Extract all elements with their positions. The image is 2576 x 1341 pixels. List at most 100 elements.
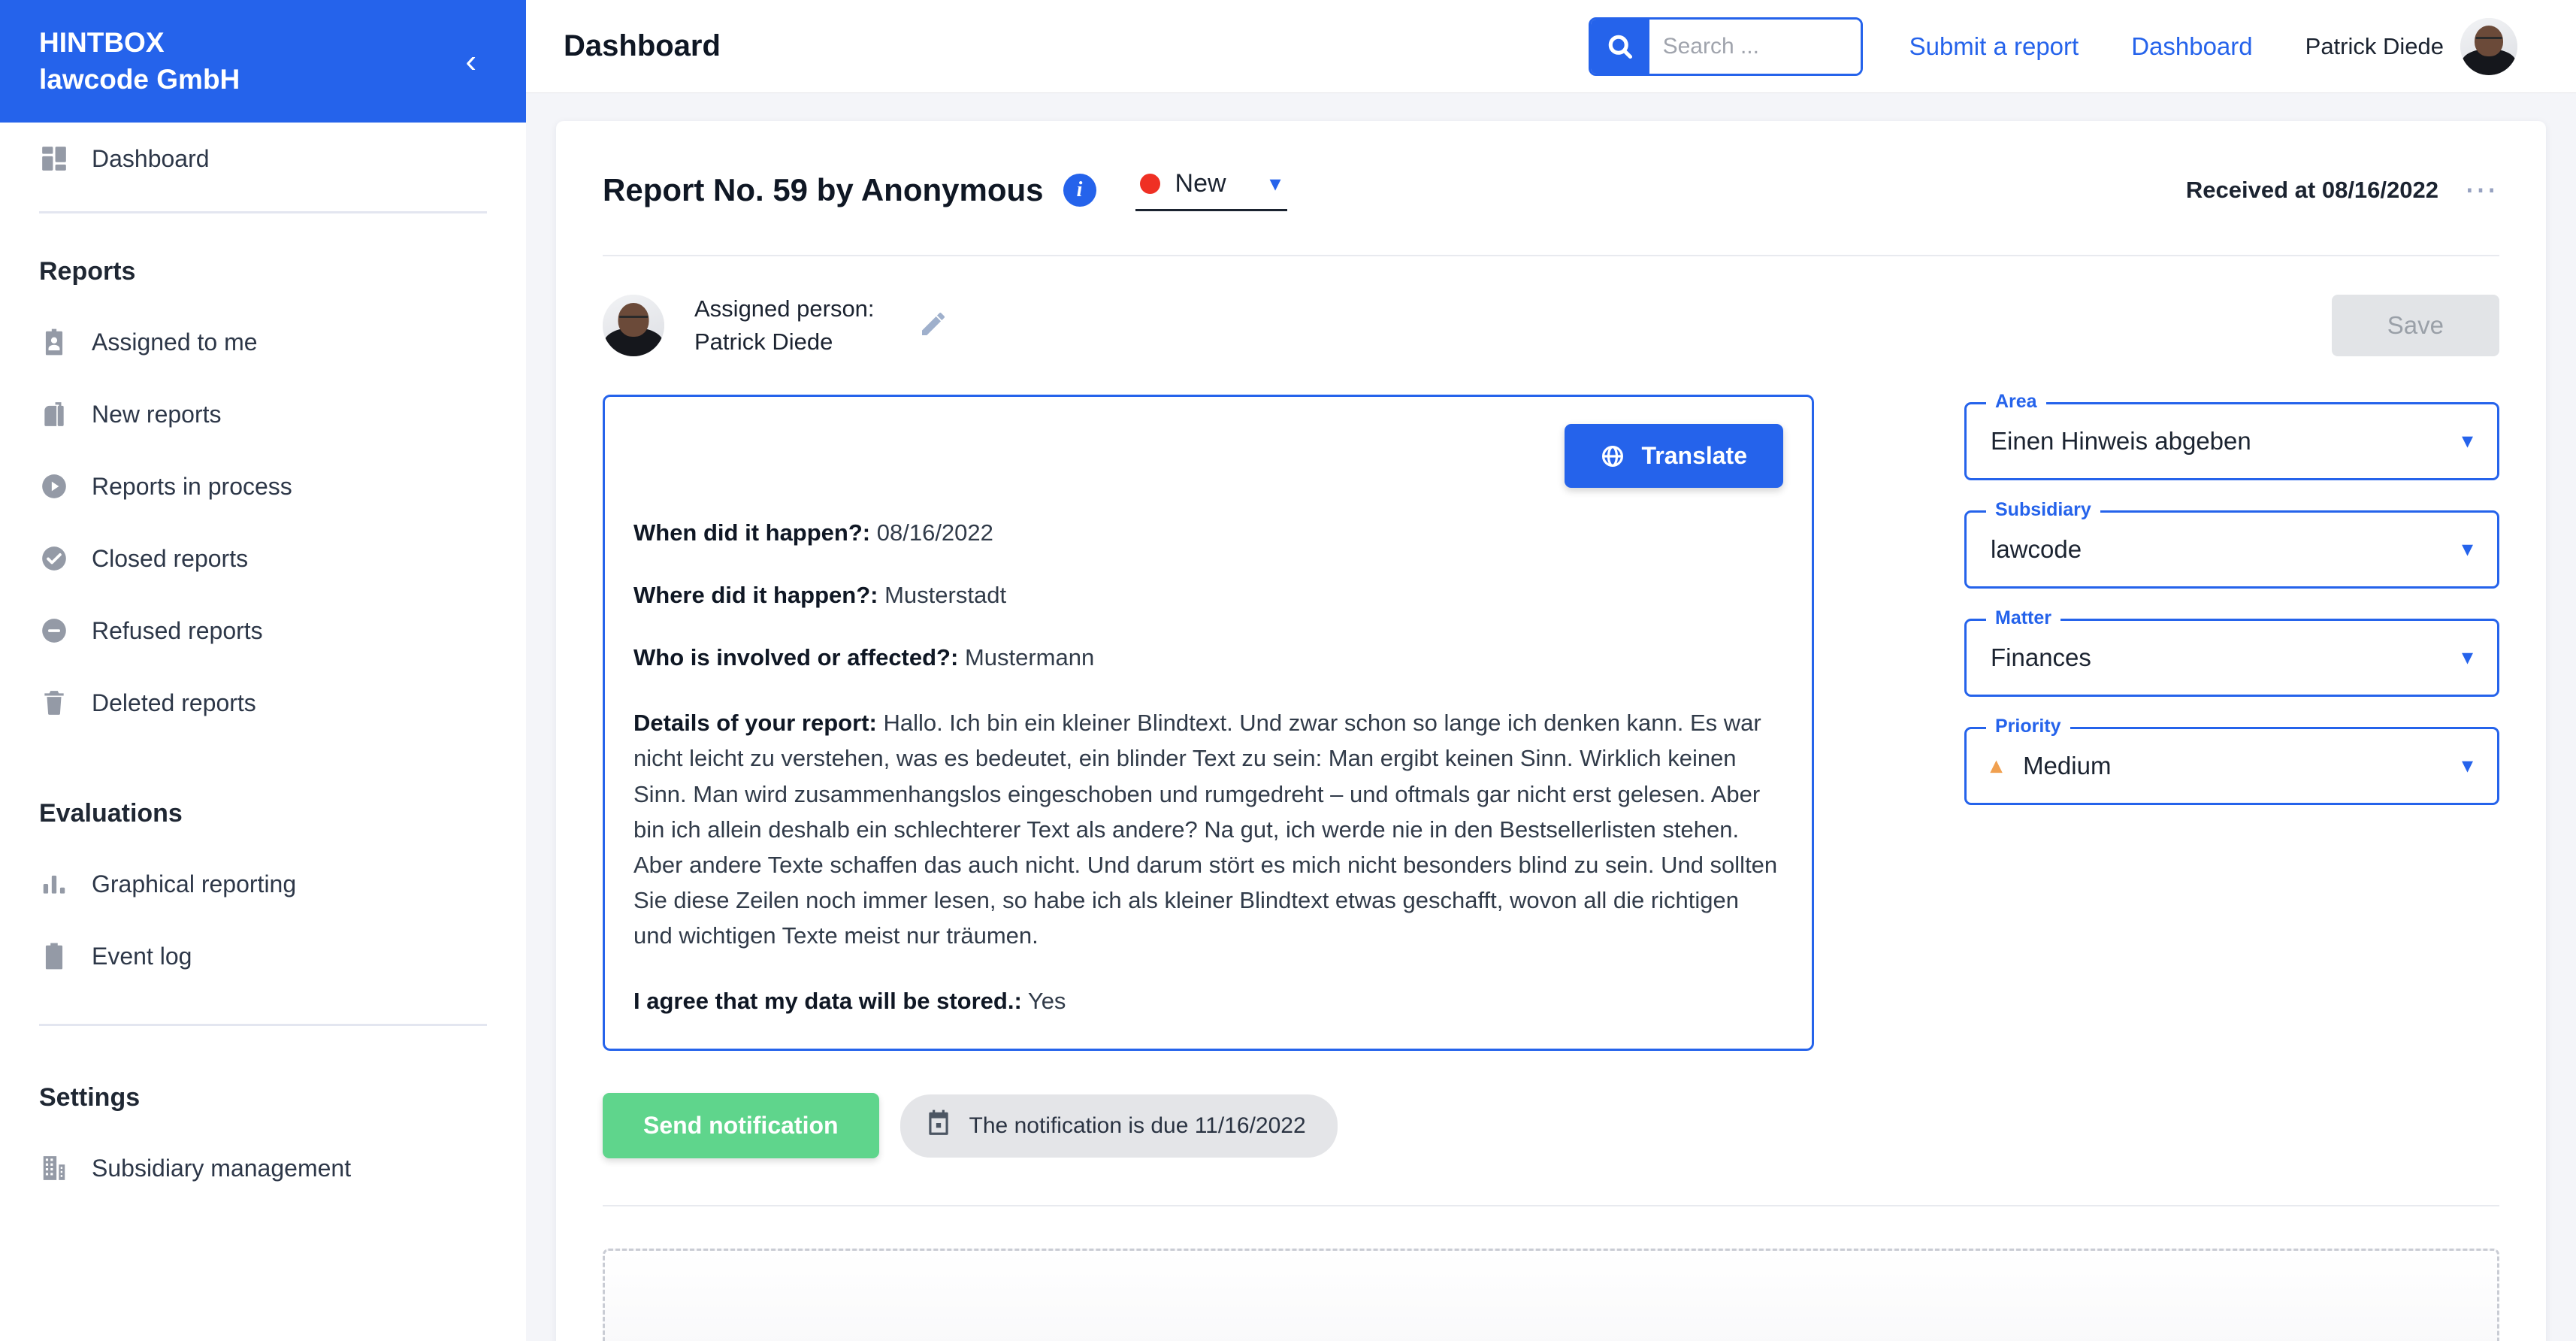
qa-answer: 08/16/2022 [870, 519, 993, 546]
priority-value: Medium [2023, 752, 2112, 780]
qa-answer: Hallo. Ich bin ein kleiner Blindtext. Un… [633, 710, 1778, 949]
qa-question: Details of your report: [633, 710, 877, 737]
status-dropdown[interactable]: New ▾ [1135, 169, 1287, 211]
qa-where: Where did it happen?: Musterstadt [633, 577, 1783, 613]
trash-icon [39, 688, 69, 718]
save-button[interactable]: Save [2331, 295, 2499, 357]
qa-question: When did it happen?: [633, 519, 871, 546]
qa-question: Where did it happen?: [633, 582, 878, 609]
sidebar-item-event-log[interactable]: Event log [0, 920, 526, 992]
sidebar-section-evaluations-title: Evaluations [39, 799, 183, 828]
more-horizontal-icon[interactable]: ⋯ [2464, 174, 2499, 206]
avatar[interactable] [2460, 17, 2517, 75]
info-icon[interactable]: i [1063, 174, 1096, 207]
app-root: HINTBOX lawcode GmbH ‹ Dashboard Reports… [0, 0, 2576, 1341]
search-input[interactable] [1649, 19, 1861, 74]
assigned-person-text: Assigned person: Patrick Diede [694, 292, 875, 359]
avatar-image [603, 295, 664, 357]
assigned-person-label: Assigned person: [694, 295, 875, 322]
subsidiary-label: Subsidiary [1986, 499, 2100, 522]
qa-question: I agree that my data will be stored.: [633, 988, 1022, 1015]
dashboard-grid-icon [39, 144, 69, 174]
globe-icon [1602, 445, 1624, 467]
sidebar-item-graphical-reporting[interactable]: Graphical reporting [0, 848, 526, 920]
sidebar-section-reports-title: Reports [39, 257, 136, 286]
priority-label: Priority [1986, 716, 2070, 738]
sidebar-divider-1 [39, 211, 487, 213]
brand-line-1: HINTBOX [39, 26, 165, 58]
qa-answer: Mustermann [958, 644, 1095, 671]
sidebar-item-label: Subsidiary management [92, 1154, 352, 1182]
matter-value: Finances [1991, 643, 2091, 672]
priority-medium-caret-icon: ▴ [1991, 753, 2003, 779]
translate-label: Translate [1641, 442, 1747, 470]
submit-a-report-link[interactable]: Submit a report [1909, 32, 2079, 61]
qa-answer: Yes [1021, 988, 1066, 1015]
notification-due-label: The notification is due 11/16/2022 [969, 1112, 1306, 1138]
chevron-down-icon: ▾ [2461, 753, 2473, 779]
sidebar-item-label: Closed reports [92, 544, 249, 572]
qa-who: Who is involved or affected?: Mustermann [633, 640, 1783, 675]
sidebar: HINTBOX lawcode GmbH ‹ Dashboard Reports… [0, 0, 526, 1341]
assigned-person-row: Assigned person: Patrick Diede Save [603, 256, 2499, 359]
user-name-label: Patrick Diede [2305, 32, 2444, 59]
sidebar-item-deleted-reports[interactable]: Deleted reports [0, 667, 526, 739]
qa-consent: I agree that my data will be stored.: Ye… [633, 983, 1783, 1019]
brand-logo: HINTBOX lawcode GmbH [39, 25, 240, 98]
qa-details: Details of your report: Hallo. Ich bin e… [633, 705, 1783, 953]
minus-circle-icon [39, 616, 69, 646]
avatar-image [2460, 17, 2517, 75]
chevron-down-icon: ▾ [1269, 171, 1281, 196]
search-box[interactable] [1588, 17, 1863, 76]
priority-select[interactable]: Priority ▴ Medium ▾ [1964, 716, 2499, 806]
subsidiary-value: lawcode [1991, 535, 2082, 564]
sidebar-item-label: Dashboard [92, 144, 210, 172]
chevron-down-icon: ▾ [2461, 537, 2473, 562]
sidebar-item-dashboard[interactable]: Dashboard [0, 123, 526, 195]
chevron-down-icon: ▾ [2461, 428, 2473, 454]
pencil-icon[interactable] [918, 309, 948, 343]
area-select[interactable]: Area Einen Hinweis abgeben ▾ [1964, 391, 2499, 481]
dashboard-link[interactable]: Dashboard [2131, 32, 2252, 61]
sidebar-divider-2 [39, 1024, 487, 1026]
translate-row: Translate [633, 424, 1783, 489]
sidebar-item-closed-reports[interactable]: Closed reports [0, 522, 526, 595]
sidebar-item-assigned-to-me[interactable]: Assigned to me [0, 306, 526, 378]
matter-label: Matter [1986, 607, 2061, 630]
chevron-down-icon: ▾ [2461, 645, 2473, 670]
sidebar-section-settings-title: Settings [39, 1083, 141, 1112]
qa-when: When did it happen?: 08/16/2022 [633, 515, 1783, 550]
chevron-left-icon[interactable]: ‹ [458, 42, 484, 81]
topbar: Dashboard Submit a report Dashboard Patr… [526, 0, 2576, 92]
status-badge: New [1175, 169, 1226, 198]
status-dot-icon [1139, 174, 1160, 194]
received-group: Received at 08/16/2022 ⋯ [2185, 174, 2499, 206]
translate-button[interactable]: Translate [1565, 424, 1783, 489]
received-at-label: Received at 08/16/2022 [2185, 177, 2438, 203]
matter-select[interactable]: Matter Finances ▾ [1964, 607, 2499, 698]
report-fields-panel: Area Einen Hinweis abgeben ▾ Subsidiary … [1814, 391, 2499, 1051]
assigned-person-name: Patrick Diede [694, 328, 833, 356]
report-body-split: Translate When did it happen?: 08/16/202… [603, 359, 2499, 1052]
mailbox-icon [39, 399, 69, 429]
sidebar-item-refused-reports[interactable]: Refused reports [0, 595, 526, 667]
attach-files-dropzone[interactable]: Click here to attach documents or files [603, 1249, 2499, 1341]
sidebar-nav: Dashboard Reports Assigned to me New rep… [0, 123, 526, 1204]
clipboard-list-icon [39, 941, 69, 971]
sidebar-item-reports-in-process[interactable]: Reports in process [0, 450, 526, 522]
actions-divider [603, 1205, 2499, 1207]
bar-chart-icon [39, 869, 69, 899]
sidebar-item-subsidiary-management[interactable]: Subsidiary management [0, 1132, 526, 1204]
report-detail-card: Report No. 59 by Anonymous i New ▾ Recei… [556, 121, 2546, 1341]
sidebar-item-label: Assigned to me [92, 328, 258, 356]
send-notification-button[interactable]: Send notification [603, 1093, 879, 1159]
sidebar-header: HINTBOX lawcode GmbH ‹ [0, 0, 526, 123]
notification-due-chip: The notification is due 11/16/2022 [899, 1094, 1338, 1158]
play-circle-icon [39, 471, 69, 501]
search-icon[interactable] [1590, 19, 1649, 74]
subsidiary-select[interactable]: Subsidiary lawcode ▾ [1964, 499, 2499, 589]
report-content-box: Translate When did it happen?: 08/16/202… [603, 395, 1814, 1052]
calendar-icon [924, 1109, 953, 1143]
sidebar-item-new-reports[interactable]: New reports [0, 378, 526, 450]
content-scroll-region: Report No. 59 by Anonymous i New ▾ Recei… [526, 92, 2576, 1341]
